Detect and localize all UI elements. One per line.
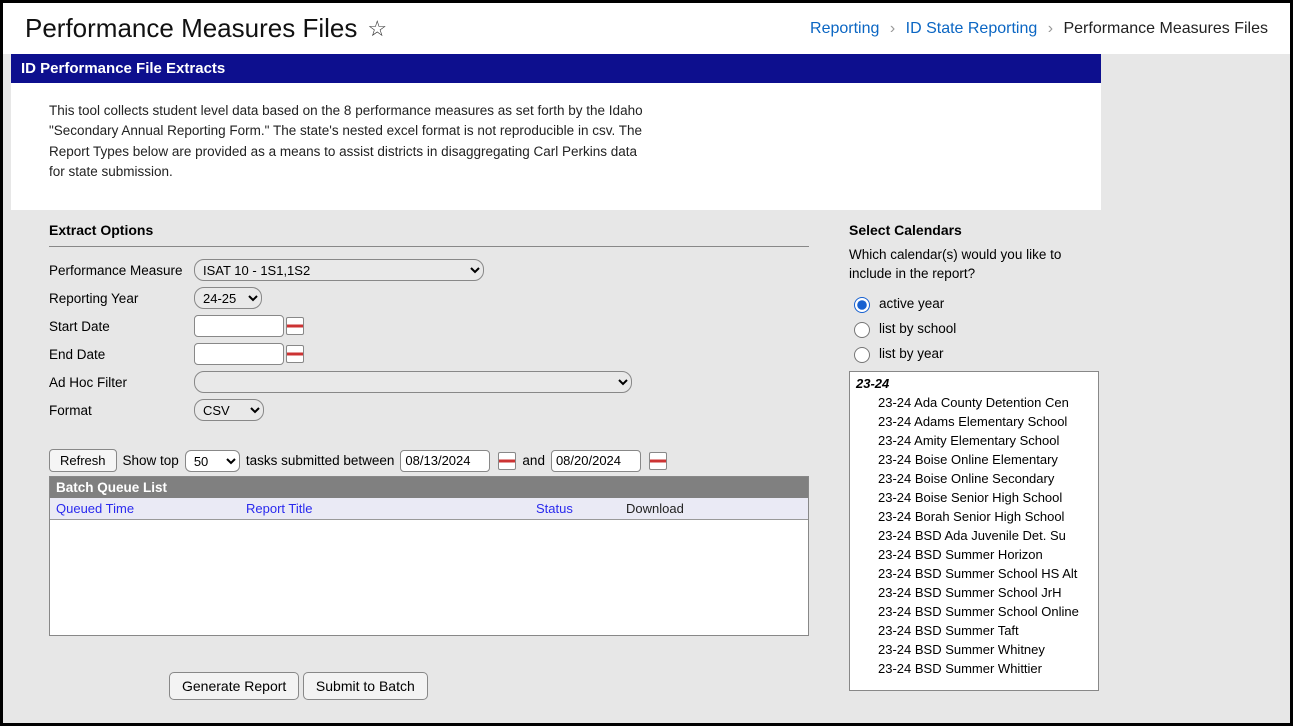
- divider: [49, 246, 809, 247]
- show-top-label: Show top: [123, 453, 179, 468]
- radio-active-year[interactable]: [854, 297, 870, 313]
- radio-label-school: list by school: [879, 321, 956, 336]
- breadcrumb-link-reporting[interactable]: Reporting: [810, 20, 879, 37]
- calendar-icon[interactable]: [286, 317, 304, 335]
- calendar-item[interactable]: 23-24 BSD Ada Juvenile Det. Su: [856, 526, 1092, 545]
- chevron-right-icon: ›: [1048, 20, 1053, 37]
- show-top-select[interactable]: 50: [185, 450, 240, 472]
- format-select[interactable]: CSV: [194, 399, 264, 421]
- calendar-icon[interactable]: [498, 452, 516, 470]
- section-banner: ID Performance File Extracts: [11, 54, 1101, 83]
- chevron-right-icon: ›: [890, 20, 895, 37]
- generate-report-button[interactable]: Generate Report: [169, 672, 299, 700]
- calendar-item[interactable]: 23-24 BSD Summer School Online: [856, 602, 1092, 621]
- start-date-input[interactable]: [194, 315, 284, 337]
- calendar-item[interactable]: 23-24 Boise Online Elementary: [856, 450, 1092, 469]
- end-date-input[interactable]: [194, 343, 284, 365]
- label-adhoc-filter: Ad Hoc Filter: [49, 375, 194, 390]
- radio-list-by-year[interactable]: [854, 347, 870, 363]
- calendar-group[interactable]: 23-24: [856, 374, 1092, 393]
- breadcrumb-current: Performance Measures Files: [1063, 20, 1268, 37]
- calendar-item[interactable]: 23-24 BSD Summer Horizon: [856, 545, 1092, 564]
- favorite-star-icon[interactable]: ☆: [367, 16, 387, 42]
- label-performance-measure: Performance Measure: [49, 263, 194, 278]
- performance-measure-select[interactable]: ISAT 10 - 1S1,1S2: [194, 259, 484, 281]
- radio-label-year: list by year: [879, 346, 944, 361]
- page-header: Performance Measures Files ☆ Reporting ›…: [3, 3, 1290, 54]
- calendar-item[interactable]: 23-24 BSD Summer Whitney: [856, 640, 1092, 659]
- refresh-button[interactable]: Refresh: [49, 449, 117, 472]
- calendar-item[interactable]: 23-24 BSD Summer Whittier: [856, 659, 1092, 678]
- calendar-item[interactable]: 23-24 BSD Summer Taft: [856, 621, 1092, 640]
- extract-options-title: Extract Options: [49, 222, 809, 238]
- label-start-date: Start Date: [49, 319, 194, 334]
- col-status[interactable]: Status: [530, 498, 620, 519]
- page-title: Performance Measures Files: [25, 13, 357, 44]
- calendar-item[interactable]: 23-24 Borah Senior High School: [856, 507, 1092, 526]
- calendar-item[interactable]: 23-24 Amity Elementary School: [856, 431, 1092, 450]
- reporting-year-select[interactable]: 24-25: [194, 287, 262, 309]
- col-report-title[interactable]: Report Title: [240, 498, 530, 519]
- calendar-item[interactable]: 23-24 Boise Senior High School: [856, 488, 1092, 507]
- select-calendars-question: Which calendar(s) would you like to incl…: [849, 246, 1099, 284]
- label-reporting-year: Reporting Year: [49, 291, 194, 306]
- tasks-between-label: tasks submitted between: [246, 453, 395, 468]
- col-queued-time[interactable]: Queued Time: [50, 498, 240, 519]
- calendar-icon[interactable]: [286, 345, 304, 363]
- calendar-item[interactable]: 23-24 Boise Online Secondary: [856, 469, 1092, 488]
- breadcrumb-link-state[interactable]: ID State Reporting: [906, 20, 1038, 37]
- select-calendars-title: Select Calendars: [849, 222, 1099, 238]
- batch-queue-title: Batch Queue List: [50, 477, 808, 498]
- calendar-item[interactable]: 23-24 BSD Summer School JrH: [856, 583, 1092, 602]
- calendar-listbox[interactable]: 23-24 23-24 Ada County Detention Cen23-2…: [849, 371, 1099, 691]
- label-end-date: End Date: [49, 347, 194, 362]
- col-download: Download: [620, 498, 808, 519]
- and-label: and: [522, 453, 545, 468]
- date-to-input[interactable]: [551, 450, 641, 472]
- calendar-icon[interactable]: [649, 452, 667, 470]
- date-from-input[interactable]: [400, 450, 490, 472]
- label-format: Format: [49, 403, 194, 418]
- calendar-item[interactable]: 23-24 BSD Summer School HS Alt: [856, 564, 1092, 583]
- description-text: This tool collects student level data ba…: [11, 83, 1101, 210]
- submit-to-batch-button[interactable]: Submit to Batch: [303, 672, 428, 700]
- radio-list-by-school[interactable]: [854, 322, 870, 338]
- calendar-item[interactable]: 23-24 Ada County Detention Cen: [856, 393, 1092, 412]
- calendar-item[interactable]: 23-24 Adams Elementary School: [856, 412, 1092, 431]
- batch-queue-list: Batch Queue List Queued Time Report Titl…: [49, 476, 809, 636]
- radio-label-active: active year: [879, 296, 944, 311]
- adhoc-filter-select[interactable]: [194, 371, 632, 393]
- breadcrumb: Reporting › ID State Reporting › Perform…: [810, 20, 1268, 38]
- batch-queue-body: [50, 520, 808, 635]
